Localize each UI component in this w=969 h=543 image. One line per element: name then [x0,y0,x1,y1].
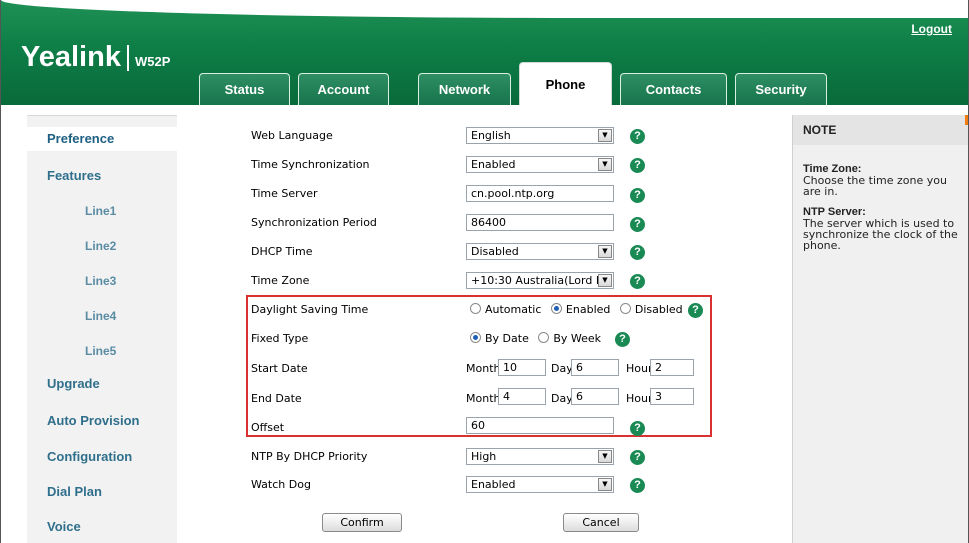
dhcp-time-select[interactable]: Disabled ▼ [466,243,614,260]
chevron-down-icon: ▼ [598,129,612,142]
help-icon[interactable]: ? [630,158,645,173]
confirm-button[interactable]: Confirm [322,513,402,532]
dst-automatic-option[interactable]: Automatic [470,303,541,316]
start-date-label: Start Date [251,362,308,375]
tab-network[interactable]: Network [418,73,511,105]
help-icon[interactable]: ? [630,188,645,203]
help-icon[interactable]: ? [630,217,645,232]
nav-line1[interactable]: Line1 [27,204,177,218]
start-month-input[interactable]: 10 [498,359,546,376]
dst-radio-group: Automatic Enabled Disabled [470,303,689,316]
help-icon[interactable]: ? [630,421,645,436]
nav-preference[interactable]: Preference [27,127,177,151]
start-hour-label: Hour [626,362,653,375]
sync-period-input[interactable]: 86400 [466,214,614,231]
chevron-down-icon: ▼ [598,478,612,491]
tab-security[interactable]: Security [735,73,827,105]
note-body: Time Zone: Choose the time zone you are … [803,164,968,252]
end-month-input[interactable]: 4 [498,388,546,405]
nav-configuration[interactable]: Configuration [27,449,177,464]
dst-disabled-option[interactable]: Disabled [619,303,683,316]
help-icon[interactable]: ? [630,274,645,289]
web-language-label: Web Language [251,129,333,142]
chevron-down-icon: ▼ [598,158,612,171]
chevron-down-icon: ▼ [598,245,612,258]
radio-icon [538,332,550,343]
sync-period-label: Synchronization Period [251,216,377,229]
fixed-by-date-option[interactable]: By Date [470,332,529,345]
fixed-by-week-option[interactable]: By Week [538,332,601,345]
nav-line5[interactable]: Line5 [27,344,177,358]
end-day-input[interactable]: 6 [571,388,619,405]
radio-icon [619,303,631,314]
ntp-dhcp-priority-select[interactable]: High ▼ [466,448,614,465]
dhcp-time-label: DHCP Time [251,245,313,258]
nav-line3[interactable]: Line3 [27,274,177,288]
fixed-type-label: Fixed Type [251,332,309,345]
note-time-zone-text: Choose the time zone you are in. [803,174,947,198]
nav-line4[interactable]: Line4 [27,309,177,323]
ntp-dhcp-priority-label: NTP By DHCP Priority [251,450,368,463]
web-language-select[interactable]: English ▼ [466,127,614,144]
web-ui-page: Logout Yealink W52P Status Account Netwo… [0,0,969,543]
start-day-input[interactable]: 6 [571,359,619,376]
help-icon[interactable]: ? [688,303,703,318]
time-sync-label: Time Synchronization [251,158,370,171]
end-day-label: Day [551,392,573,405]
help-icon[interactable]: ? [630,450,645,465]
chevron-down-icon: ▼ [598,450,612,463]
tab-contacts[interactable]: Contacts [620,73,727,105]
help-icon[interactable]: ? [615,332,630,347]
note-heading: NOTE [793,115,968,145]
watch-dog-label: Watch Dog [251,478,311,491]
preference-form: Web Language English ▼ ? Time Synchroniz… [177,115,792,543]
nav-line2[interactable]: Line2 [27,239,177,253]
end-month-label: Month [466,392,501,405]
end-hour-label: Hour [626,392,653,405]
dst-enabled-option[interactable]: Enabled [550,303,610,316]
tab-account[interactable]: Account [298,73,389,105]
left-nav: Preference Features Line1 Line2 Line3 Li… [27,115,177,543]
dst-label: Daylight Saving Time [251,303,369,316]
help-icon[interactable]: ? [630,478,645,493]
logout-link[interactable]: Logout [911,22,952,36]
offset-label: Offset [251,421,285,434]
time-zone-label: Time Zone [251,274,310,287]
end-date-label: End Date [251,392,302,405]
nav-dial-plan[interactable]: Dial Plan [27,484,177,499]
header-bar: Logout Yealink W52P Status Account Netwo… [1,0,968,105]
tab-phone[interactable]: Phone [519,62,612,105]
cancel-button[interactable]: Cancel [563,513,639,532]
fixed-type-radio-group: By Date By Week [470,332,607,345]
tab-status[interactable]: Status [199,73,290,105]
help-icon[interactable]: ? [630,129,645,144]
yealink-logo: Yealink W52P [21,41,171,73]
start-day-label: Day [551,362,573,375]
time-server-label: Time Server [251,187,318,200]
chevron-down-icon: ▼ [598,274,612,287]
note-ntp-text: The server which is used to synchronize … [803,217,958,252]
radio-icon [470,303,481,314]
radio-selected-icon [470,332,481,343]
help-icon[interactable]: ? [630,245,645,260]
end-hour-input[interactable]: 3 [650,388,694,405]
time-sync-select[interactable]: Enabled ▼ [466,156,614,173]
start-hour-input[interactable]: 2 [650,359,694,376]
start-month-label: Month [466,362,501,375]
nav-upgrade[interactable]: Upgrade [27,376,177,391]
time-server-input[interactable]: cn.pool.ntp.org [466,185,614,202]
note-accent-mark [965,115,968,125]
radio-selected-icon [550,303,562,314]
note-panel: NOTE Time Zone: Choose the time zone you… [792,115,968,543]
nav-voice[interactable]: Voice [27,519,177,534]
nav-features[interactable]: Features [27,168,177,183]
offset-input[interactable]: 60 [466,417,614,434]
watch-dog-select[interactable]: Enabled ▼ [466,476,614,493]
nav-auto-provision[interactable]: Auto Provision [27,413,177,428]
time-zone-select[interactable]: +10:30 Australia(Lord Hc ▼ [466,272,614,289]
